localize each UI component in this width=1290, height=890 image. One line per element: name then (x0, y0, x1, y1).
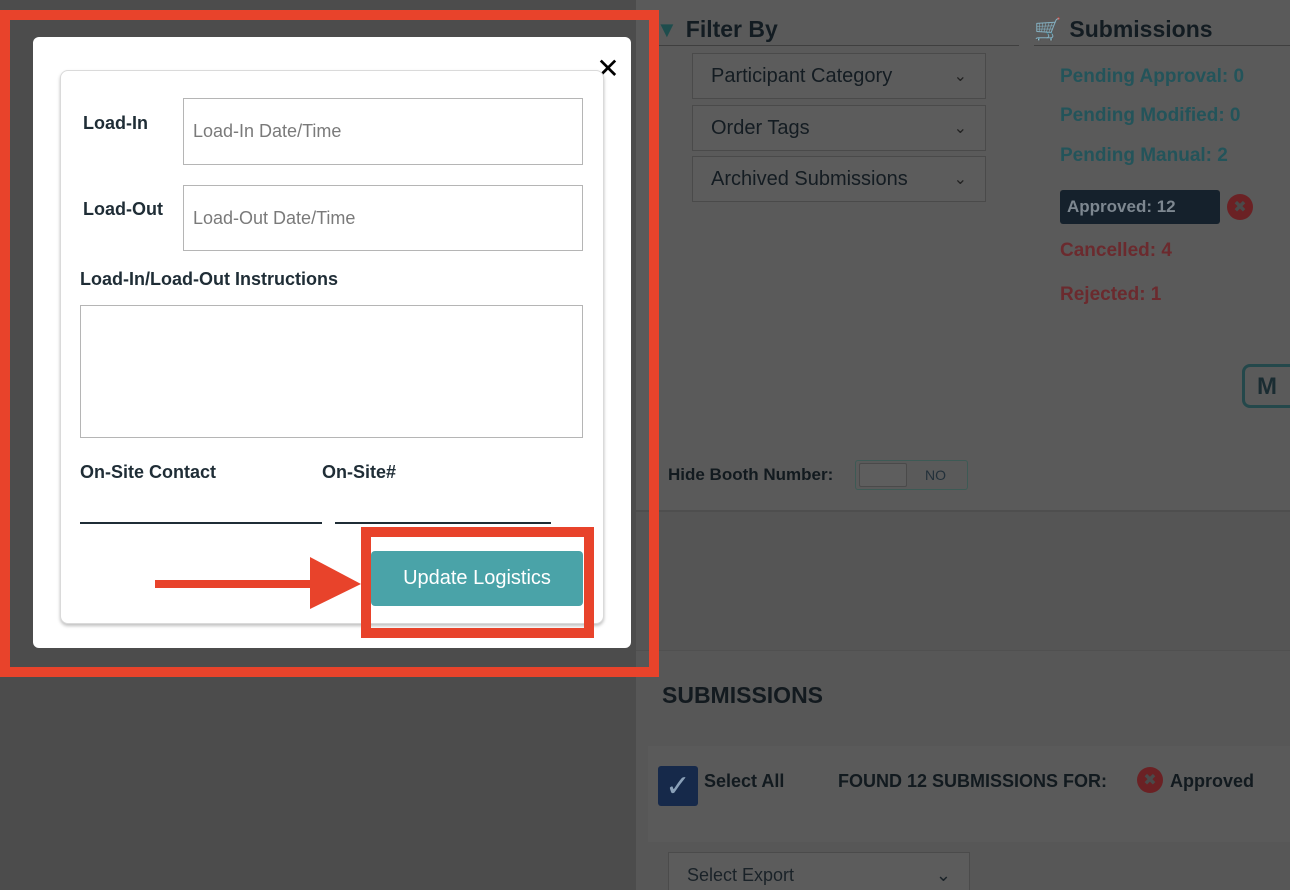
toggle-knob (859, 463, 907, 487)
cancelled-link[interactable]: Cancelled: 4 (1060, 240, 1172, 262)
participant-category-dropdown[interactable]: Participant Category ⌄ (692, 53, 986, 99)
submissions-toolbar (648, 746, 1290, 842)
submissions-divider (1034, 45, 1290, 46)
submissions-summary-title: 🛒 Submissions (1034, 16, 1213, 42)
select-all-checkbox[interactable]: ✓ (658, 766, 698, 806)
remove-filter-icon[interactable]: ✖ (1137, 767, 1163, 793)
pending-approval-link[interactable]: Pending Approval: 0 (1060, 66, 1244, 88)
filter-by-title: ▼ Filter By (656, 16, 778, 42)
select-export-dropdown[interactable]: Select Export ⌄ (668, 852, 970, 890)
found-count-text: FOUND 12 SUBMISSIONS FOR: (838, 771, 1108, 791)
filter-by-divider (656, 45, 1019, 46)
hide-booth-number-label: Hide Booth Number: (668, 465, 834, 484)
chevron-down-icon: ⌄ (953, 68, 967, 85)
hide-booth-number-toggle[interactable]: NO (855, 460, 968, 490)
approved-filter-badge[interactable]: Approved: 12 (1060, 190, 1220, 224)
button-highlight-frame (361, 527, 594, 638)
remove-approved-filter-icon[interactable]: ✖ (1227, 194, 1253, 220)
filter-icon: ▼ (656, 16, 678, 42)
chevron-down-icon: ⌄ (953, 171, 967, 188)
submissions-heading: SUBMISSIONS (662, 682, 824, 708)
chevron-down-icon: ⌄ (953, 120, 967, 137)
select-all-label: Select All (704, 771, 785, 791)
rejected-link[interactable]: Rejected: 1 (1060, 284, 1161, 306)
order-tags-dropdown[interactable]: Order Tags ⌄ (692, 105, 986, 151)
archived-submissions-dropdown[interactable]: Archived Submissions ⌄ (692, 156, 986, 202)
partial-button[interactable]: M (1242, 364, 1290, 408)
pending-manual-link[interactable]: Pending Manual: 2 (1060, 145, 1228, 167)
toggle-state-label: NO (925, 467, 946, 483)
pointer-arrow-icon (155, 557, 361, 609)
pending-modified-link[interactable]: Pending Modified: 0 (1060, 105, 1241, 127)
active-filter-tag: Approved (1170, 771, 1255, 791)
cart-icon: 🛒 (1034, 16, 1062, 42)
chevron-down-icon: ⌄ (935, 864, 951, 885)
